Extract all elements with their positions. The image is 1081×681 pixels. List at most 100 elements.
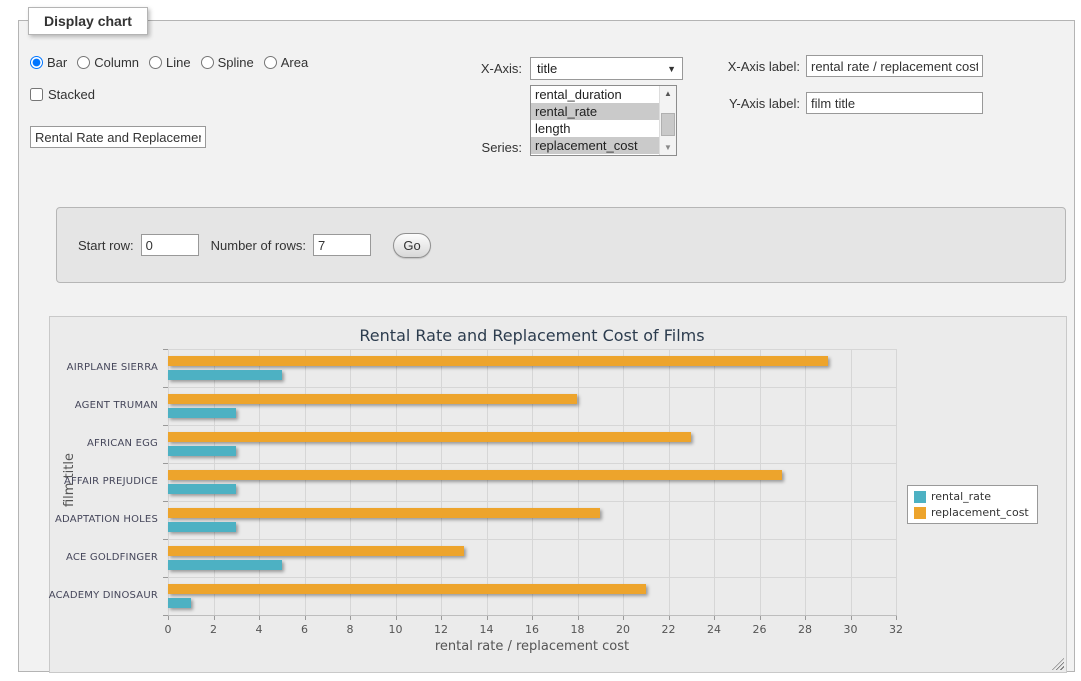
x-gridline <box>305 349 306 615</box>
x-tick-label: 18 <box>571 623 585 636</box>
x-tick-mark <box>760 616 761 620</box>
y-tick-mark <box>163 349 168 350</box>
chart-type-option-spline: Spline <box>201 55 254 70</box>
chart-type-radio-area[interactable] <box>264 56 277 69</box>
start-row-label: Start row: <box>78 238 134 253</box>
bar-rental_rate <box>168 598 191 608</box>
bar-rental_rate <box>168 370 282 380</box>
category-label: AIRPLANE SIERRA <box>67 362 158 373</box>
x-tick-mark <box>623 616 624 620</box>
scrollbar-thumb[interactable] <box>661 113 675 136</box>
x-tick-mark <box>714 616 715 620</box>
x-tick-mark <box>487 616 488 620</box>
category-label: ACADEMY DINOSAUR <box>49 590 158 601</box>
y-tick-mark <box>163 387 168 388</box>
x-tick-label: 22 <box>662 623 676 636</box>
x-gridline <box>760 349 761 615</box>
chart-title-input[interactable] <box>30 126 206 148</box>
y-axis-label-label: Y-Axis label: <box>715 96 800 111</box>
stacked-option: Stacked <box>30 87 95 102</box>
bar-rental_rate <box>168 522 236 532</box>
num-rows-input[interactable] <box>313 234 371 256</box>
series-options: rental_durationrental_ratelengthreplacem… <box>531 86 659 155</box>
x-tick-label: 16 <box>525 623 539 636</box>
chart-type-option-area: Area <box>264 55 308 70</box>
x-gridline <box>578 349 579 615</box>
x-tick-label: 2 <box>210 623 217 636</box>
series-option-rental_duration[interactable]: rental_duration <box>531 86 659 103</box>
x-tick-label: 32 <box>889 623 903 636</box>
chart-type-label: Column <box>94 55 139 70</box>
panel-title-tab: Display chart <box>28 7 148 35</box>
x-gridline <box>896 349 897 615</box>
chart-title: Rental Rate and Replacement Cost of Film… <box>168 326 896 345</box>
y-tick-mark <box>163 577 168 578</box>
legend-label: rental_rate <box>931 490 991 503</box>
bar-rental_rate <box>168 560 282 570</box>
series-option-length[interactable]: length <box>531 120 659 137</box>
chart-type-radio-line[interactable] <box>149 56 162 69</box>
go-button[interactable]: Go <box>393 233 431 258</box>
chart-type-option-line: Line <box>149 55 191 70</box>
chart-legend: rental_rate replacement_cost <box>907 485 1038 524</box>
bar-replacement_cost <box>168 432 691 442</box>
series-list-label: Series: <box>420 140 522 155</box>
bar-replacement_cost <box>168 584 646 594</box>
series-option-rental_rate[interactable]: rental_rate <box>531 103 659 120</box>
legend-label: replacement_cost <box>931 506 1029 519</box>
chart-panel: Rental Rate and Replacement Cost of Film… <box>49 316 1067 673</box>
x-tick-label: 12 <box>434 623 448 636</box>
series-option-replacement_cost[interactable]: replacement_cost <box>531 137 659 154</box>
page: Start row: Number of rows: Go Rental Rat… <box>0 0 1081 681</box>
x-tick-mark <box>441 616 442 620</box>
chart-x-axis-title: rental rate / replacement cost <box>168 639 896 654</box>
chart-type-radio-bar[interactable] <box>30 56 43 69</box>
chart-type-radio-group: BarColumnLineSplineArea <box>30 55 314 70</box>
x-gridline <box>714 349 715 615</box>
y-gridline <box>168 387 896 388</box>
resize-handle-icon[interactable] <box>1052 658 1064 670</box>
plot-area <box>168 349 896 615</box>
y-tick-mark <box>163 615 168 616</box>
legend-swatch-icon <box>914 507 926 519</box>
chart-type-label: Line <box>166 55 191 70</box>
chart-type-label: Spline <box>218 55 254 70</box>
x-tick-label: 6 <box>301 623 308 636</box>
x-gridline <box>805 349 806 615</box>
y-tick-mark <box>163 539 168 540</box>
category-label: AGENT TRUMAN <box>75 400 158 411</box>
x-axis-select[interactable]: title ▼ <box>530 57 683 80</box>
x-tick-label: 20 <box>616 623 630 636</box>
bar-replacement_cost <box>168 508 600 518</box>
y-gridline <box>168 425 896 426</box>
stacked-checkbox[interactable] <box>30 88 43 101</box>
legend-item-rental_rate[interactable]: rental_rate <box>914 490 1029 503</box>
category-label: AFFAIR PREJUDICE <box>64 476 158 487</box>
x-tick-mark <box>396 616 397 620</box>
chart-type-radio-column[interactable] <box>77 56 90 69</box>
x-tick-label: 26 <box>753 623 767 636</box>
start-row-input[interactable] <box>141 234 199 256</box>
x-gridline <box>350 349 351 615</box>
listbox-scrollbar[interactable]: ▲ ▼ <box>659 86 676 155</box>
scroll-up-icon[interactable]: ▲ <box>660 86 676 101</box>
x-gridline <box>669 349 670 615</box>
y-gridline <box>168 349 896 350</box>
x-axis-selected-value: title <box>537 61 557 76</box>
x-tick-label: 0 <box>165 623 172 636</box>
x-tick-mark <box>350 616 351 620</box>
x-tick-label: 14 <box>480 623 494 636</box>
y-axis-label-input[interactable] <box>806 92 983 114</box>
x-gridline <box>259 349 260 615</box>
series-listbox[interactable]: rental_durationrental_ratelengthreplacem… <box>530 85 677 156</box>
scroll-down-icon[interactable]: ▼ <box>660 140 676 155</box>
x-axis-label-input[interactable] <box>806 55 983 77</box>
category-label: ADAPTATION HOLES <box>55 514 158 525</box>
x-gridline <box>214 349 215 615</box>
chevron-down-icon: ▼ <box>667 64 676 74</box>
x-tick-mark <box>669 616 670 620</box>
chart-type-radio-spline[interactable] <box>201 56 214 69</box>
x-gridline <box>532 349 533 615</box>
y-tick-mark <box>163 501 168 502</box>
legend-item-replacement_cost[interactable]: replacement_cost <box>914 506 1029 519</box>
